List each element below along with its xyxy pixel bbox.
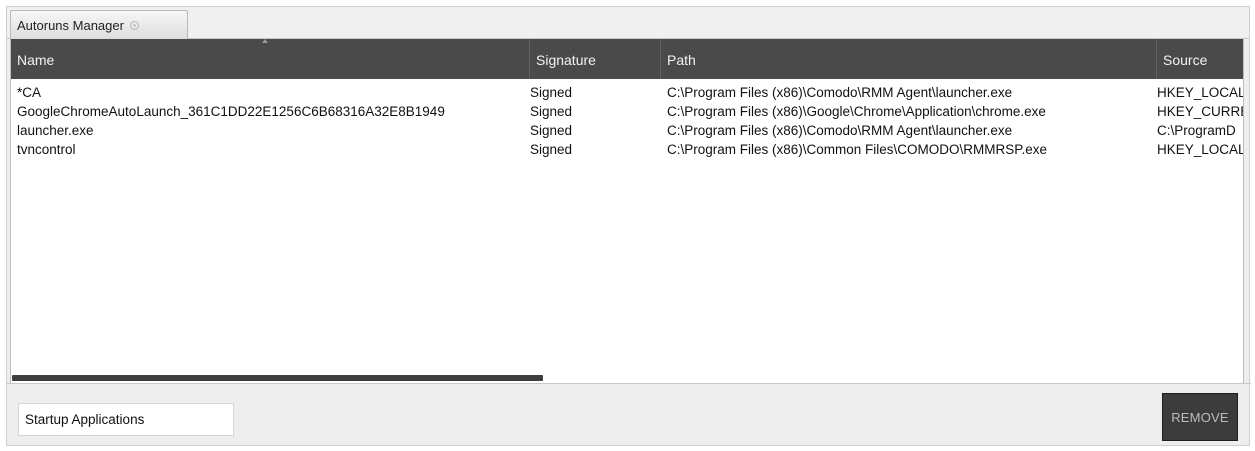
cell-path: C:\Program Files (x86)\Google\Chrome\App… — [667, 104, 1046, 119]
table-row[interactable]: tvncontrol Signed C:\Program Files (x86)… — [11, 140, 1243, 159]
cell-path: C:\Program Files (x86)\Comodo\RMM Agent\… — [667, 85, 1013, 100]
column-header-name[interactable]: Name — [11, 39, 530, 79]
table-row[interactable]: launcher.exe Signed C:\Program Files (x8… — [11, 121, 1243, 140]
column-header-signature[interactable]: Signature — [530, 39, 661, 79]
tab-autoruns-manager[interactable]: Autoruns Manager — [10, 10, 188, 39]
cell-name: GoogleChromeAutoLaunch_361C1DD22E1256C6B… — [17, 104, 445, 119]
cell-signature: Signed — [530, 123, 573, 138]
sort-ascending-icon — [262, 39, 268, 43]
divider — [7, 383, 1251, 384]
tab-strip: Autoruns Manager — [7, 7, 1249, 39]
cell-name: tvncontrol — [17, 142, 76, 157]
cell-signature: Signed — [530, 85, 573, 100]
table-body: *CA Signed C:\Program Files (x86)\Comodo… — [11, 83, 1243, 159]
cell-name: launcher.exe — [17, 123, 94, 138]
column-header-path[interactable]: Path — [661, 39, 1157, 79]
close-icon[interactable] — [129, 20, 139, 30]
table-row[interactable]: GoogleChromeAutoLaunch_361C1DD22E1256C6B… — [11, 102, 1243, 121]
cell-source: HKEY_LOCAL — [1157, 85, 1244, 100]
cell-source: HKEY_LOCAL — [1157, 142, 1244, 157]
autoruns-table: Name Signature Path Source *CA Signed C:… — [10, 39, 1244, 383]
remove-button[interactable]: REMOVE — [1162, 393, 1238, 441]
table-row[interactable]: *CA Signed C:\Program Files (x86)\Comodo… — [11, 83, 1243, 102]
cell-path: C:\Program Files (x86)\Common Files\COMO… — [667, 142, 1048, 157]
cell-path: C:\Program Files (x86)\Comodo\RMM Agent\… — [667, 123, 1013, 138]
cell-signature: Signed — [530, 104, 573, 119]
tab-label: Autoruns Manager — [17, 17, 124, 33]
cell-source: C:\ProgramD — [1157, 123, 1236, 138]
cell-name: *CA — [17, 85, 42, 100]
table-header: Name Signature Path Source — [11, 39, 1243, 79]
autorun-type-select[interactable]: Startup Applications — [18, 403, 234, 436]
autoruns-manager-window: Autoruns Manager Name Signature Path Sou… — [6, 6, 1251, 446]
cell-signature: Signed — [530, 142, 573, 157]
column-header-source[interactable]: Source — [1157, 39, 1243, 79]
cell-source: HKEY_CURRE — [1157, 104, 1244, 119]
horizontal-scrollbar-thumb[interactable] — [12, 375, 543, 381]
